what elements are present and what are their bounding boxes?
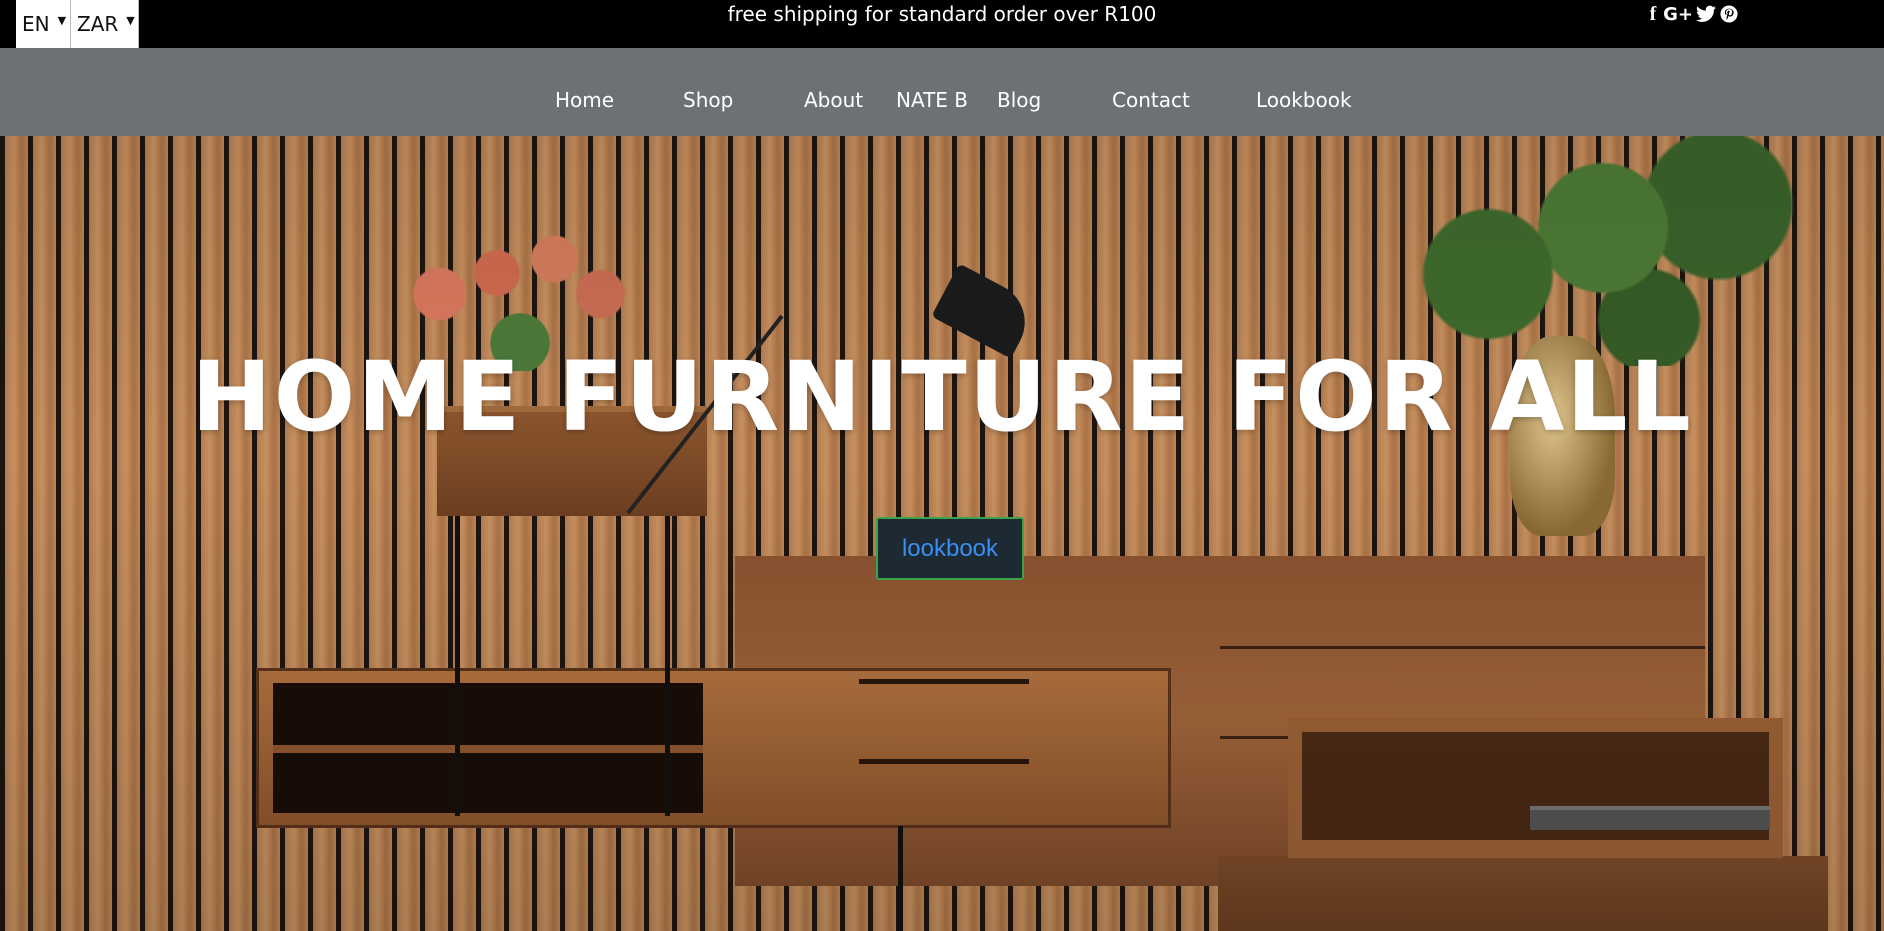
nav-item-shop[interactable]: Shop xyxy=(683,88,733,112)
hero-title: HOME FURNITURE FOR ALL xyxy=(191,341,1693,453)
announcement-bar: EN ▼ ZAR ▼ free shipping for standard or… xyxy=(0,0,1884,48)
shipping-announcement: free shipping for standard order over R1… xyxy=(727,2,1157,26)
social-links: f G+ xyxy=(1646,2,1738,26)
nav-item-contact[interactable]: Contact xyxy=(1112,88,1190,112)
main-navigation: Home Shop About NATE B Blog Contact Look… xyxy=(0,48,1884,136)
pinterest-icon[interactable] xyxy=(1720,5,1738,23)
lookbook-button[interactable]: lookbook xyxy=(876,517,1024,580)
hero-banner: HOME FURNITURE FOR ALL lookbook xyxy=(0,136,1884,931)
nav-item-nate-b[interactable]: NATE B xyxy=(896,88,968,112)
nav-item-home[interactable]: Home xyxy=(555,88,614,112)
facebook-icon[interactable]: f xyxy=(1646,3,1660,26)
twitter-icon[interactable] xyxy=(1696,5,1716,23)
nav-item-lookbook[interactable]: Lookbook xyxy=(1256,88,1352,112)
google-plus-icon[interactable]: G+ xyxy=(1663,4,1693,25)
nav-item-about[interactable]: About xyxy=(804,88,863,112)
nav-item-blog[interactable]: Blog xyxy=(997,88,1041,112)
